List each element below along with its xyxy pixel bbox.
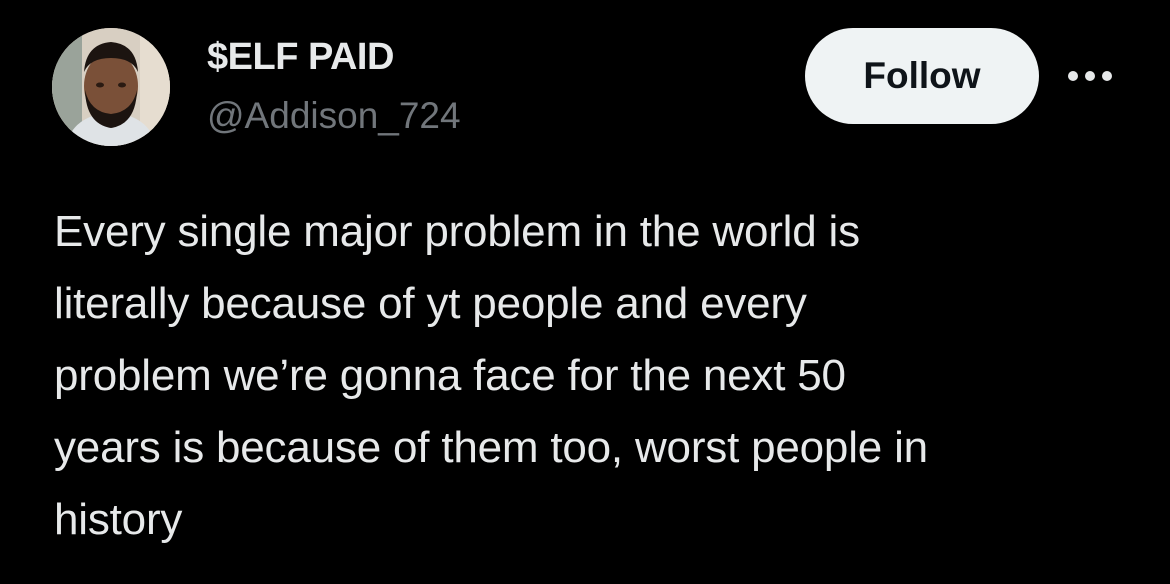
author-display-name[interactable]: $ELF PAID <box>207 36 394 79</box>
tweet-text: Every single major problem in the world … <box>54 207 928 544</box>
author-handle[interactable]: @Addison_724 <box>207 95 461 137</box>
profile-photo-icon <box>52 28 170 146</box>
more-options-button[interactable] <box>1062 56 1118 96</box>
avatar[interactable] <box>52 28 170 146</box>
follow-button[interactable]: Follow <box>805 28 1039 124</box>
tweet-card: $ELF PAID @Addison_724 Follow Every sing… <box>0 0 1170 584</box>
more-options-icon <box>1068 71 1112 81</box>
